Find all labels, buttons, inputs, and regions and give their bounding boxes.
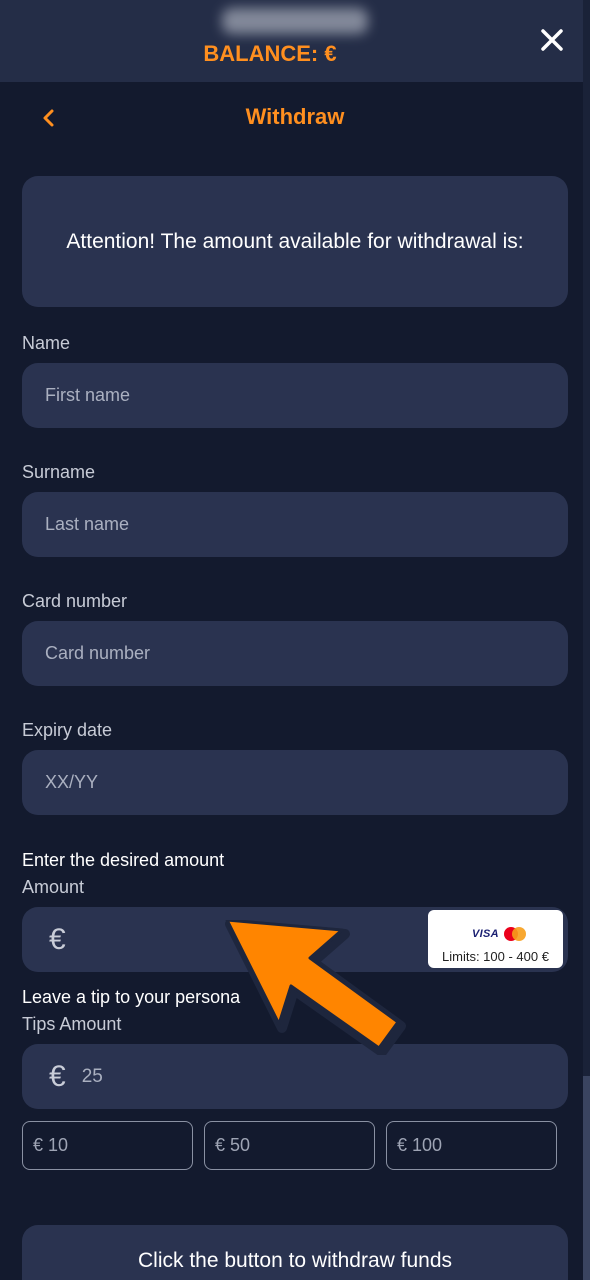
close-icon[interactable] <box>536 24 568 56</box>
first-name-field[interactable]: First name <box>22 363 568 428</box>
attention-text: Attention! The amount available for with… <box>66 230 524 253</box>
mastercard-logo <box>503 927 526 941</box>
expiry-date-label: Expiry date <box>22 720 113 740</box>
withdraw-button[interactable]: Click the button to withdraw funds <box>22 1225 568 1280</box>
last-name-placeholder: Last name <box>45 514 130 534</box>
card-number-field[interactable]: Card number <box>22 621 568 686</box>
chevron-left-icon[interactable] <box>36 104 62 132</box>
card-number-label: Card number <box>22 591 128 611</box>
tip-preset-100-button[interactable]: € 100 <box>386 1121 557 1170</box>
page-title: Withdraw <box>245 104 345 129</box>
tips-amount-value: 25 <box>81 1065 103 1087</box>
card-limits-badge: VISA Limits: 100 - 400 € <box>428 910 563 968</box>
attention-notice: Attention! The amount available for with… <box>22 176 568 307</box>
amount-heading: Enter the desired amount <box>22 850 225 870</box>
scrollbar-thumb[interactable] <box>583 1076 590 1280</box>
euro-icon: € <box>49 922 66 956</box>
expiry-date-placeholder: XX/YY <box>45 772 99 792</box>
name-label: Name <box>22 333 71 353</box>
amount-label: Amount <box>22 877 85 897</box>
header-bar: BALANCE: € <box>0 0 583 82</box>
expiry-date-field[interactable]: XX/YY <box>22 750 568 815</box>
tips-label: Tips Amount <box>22 1014 122 1034</box>
balance-label: BALANCE: € <box>203 41 337 66</box>
first-name-placeholder: First name <box>45 385 131 405</box>
card-logos: VISA <box>472 926 526 942</box>
visa-logo: VISA <box>472 928 499 940</box>
blurred-username <box>222 8 368 34</box>
tip-presets: € 10 € 50 € 100 <box>22 1121 568 1170</box>
card-number-placeholder: Card number <box>45 643 151 663</box>
tips-amount-field[interactable]: € 25 <box>22 1044 568 1109</box>
tip-preset-50-button[interactable]: € 50 <box>204 1121 375 1170</box>
last-name-field[interactable]: Last name <box>22 492 568 557</box>
tips-heading: Leave a tip to your persona <box>22 987 241 1007</box>
limits-text: Limits: 100 - 400 € <box>442 949 549 964</box>
euro-icon: € <box>49 1059 66 1093</box>
withdraw-button-label: Click the button to withdraw funds <box>138 1249 452 1272</box>
withdraw-screen: BALANCE: € Withdraw Attention! The amoun… <box>0 0 590 1280</box>
tip-preset-10-button[interactable]: € 10 <box>22 1121 193 1170</box>
surname-label: Surname <box>22 462 96 482</box>
